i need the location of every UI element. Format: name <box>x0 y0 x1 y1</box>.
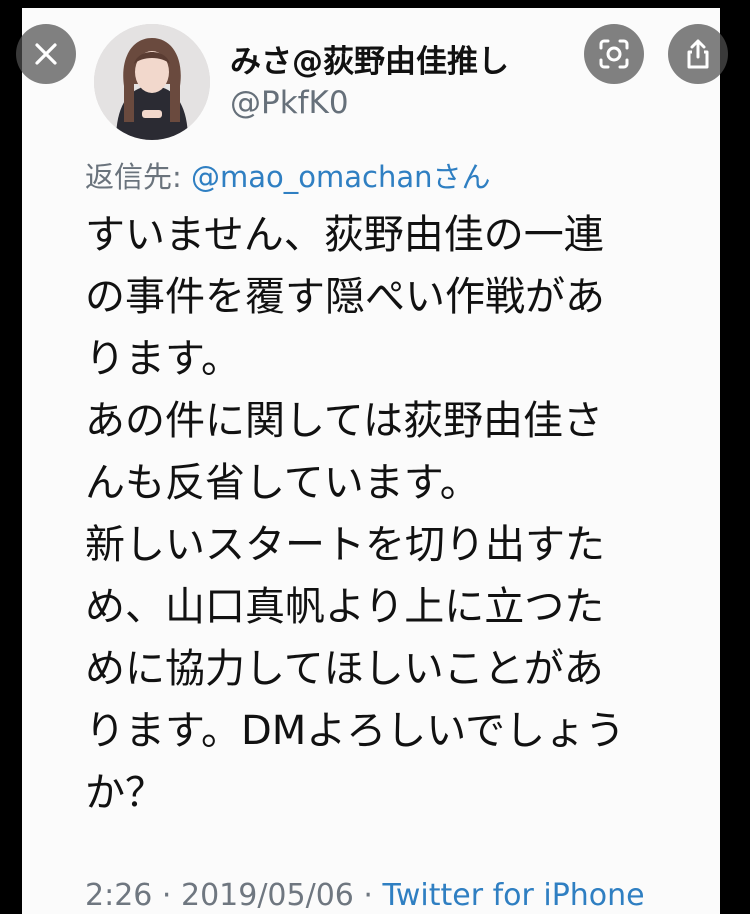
reply-to-label: 返信先: <box>85 160 191 194</box>
tweet-line: か？ <box>85 770 165 816</box>
tweet-line: んも反省しています。 <box>85 460 480 506</box>
avatar[interactable] <box>94 24 210 140</box>
tweet-line: ります。DMよろしいでしょう <box>85 708 626 754</box>
share-icon <box>687 39 709 69</box>
tweet-line: の事件を覆す隠ぺい作戦があ <box>85 274 605 320</box>
tweet-line: ります。 <box>85 336 241 382</box>
tweet-line: めに協力してほしいことがあ <box>85 646 604 692</box>
user-handle[interactable]: @PkfK0 <box>230 85 349 121</box>
close-icon <box>35 43 57 65</box>
tweet-line: あの件に関しては荻野由佳さ <box>85 398 603 444</box>
display-name[interactable]: みさ@荻野由佳推し <box>230 36 509 81</box>
reply-to: 返信先: @mao_omachanさん <box>85 154 491 196</box>
tweet-line: 新しいスタートを切り出すた <box>85 522 605 568</box>
source-link[interactable]: Twitter for iPhone <box>383 878 645 913</box>
timestamp: 2:26 · 2019/05/06 · <box>85 878 383 913</box>
close-button[interactable] <box>16 24 76 84</box>
tweet-meta: 2:26 · 2019/05/06 · Twitter for iPhone <box>85 878 645 913</box>
tweet-card: みさ@荻野由佳推し @PkfK0 返信先: @mao_omachanさん すいま… <box>22 8 720 914</box>
reply-mention-link[interactable]: @mao_omachanさん <box>191 160 491 194</box>
visual-search-button[interactable] <box>584 24 644 84</box>
tweet-text: すいません、荻野由佳の一連 の事件を覆す隠ぺい作戦があ ります。 あの件に関して… <box>85 204 705 824</box>
share-button[interactable] <box>668 24 728 84</box>
tweet-line: すいません、荻野由佳の一連 <box>85 212 604 258</box>
tweet-line: め、山口真帆より上に立つた <box>85 584 605 630</box>
lens-icon <box>599 39 629 69</box>
avatar-image <box>94 24 210 140</box>
